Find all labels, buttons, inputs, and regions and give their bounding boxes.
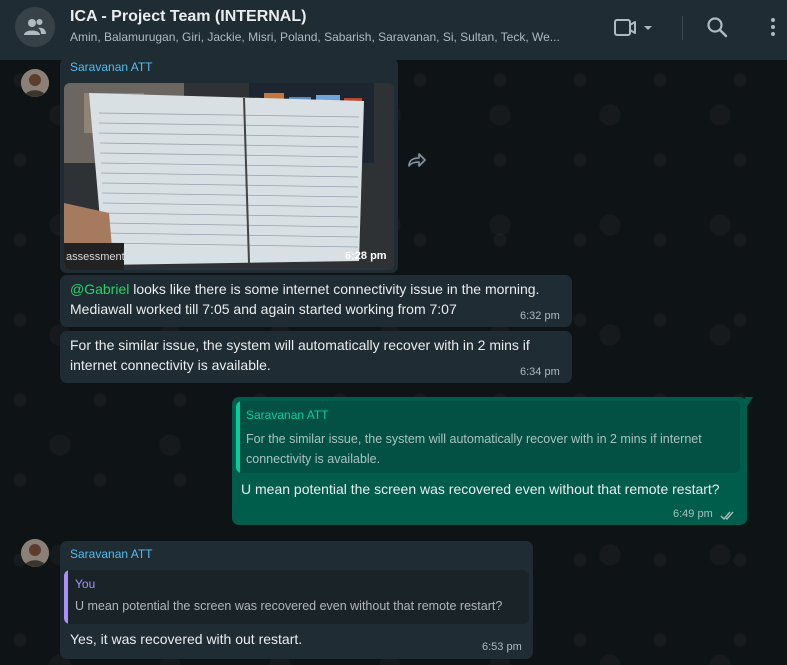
chat-header[interactable]: ICA - Project Team (INTERNAL) Amin, Bala… [0,0,787,60]
message-text: For the similar issue, the system will a… [70,337,530,373]
message-time: 6:32 pm [520,310,560,322]
video-call-button[interactable] [613,17,659,39]
quoted-message[interactable]: You U mean potential the screen was reco… [64,570,529,624]
message-text-part: looks like there is some internet connec… [129,281,540,297]
message-time: 6:34 pm [520,366,560,378]
menu-button[interactable] [768,16,778,40]
menu-icon [771,18,775,36]
quote-bar [64,570,68,624]
quoted-text: For the similar issue, the system will a… [246,432,702,466]
header-divider [682,16,683,40]
mention-link[interactable]: @Gabriel [70,281,129,297]
search-button[interactable] [706,16,728,38]
sender-avatar[interactable] [21,69,49,97]
group-avatar[interactable] [15,7,55,47]
group-icon [24,19,46,35]
text-message-bubble[interactable]: Saravanan ATT You U mean potential the s… [60,541,533,659]
video-call-icon [614,19,636,36]
message-time: 6:53 pm [482,641,522,653]
quoted-message[interactable]: Saravanan ATT For the similar issue, the… [236,401,740,473]
forward-button[interactable] [405,150,427,170]
outgoing-message-bubble[interactable]: Saravanan ATT For the similar issue, the… [232,397,747,525]
message-text: U mean potential the screen was recovere… [241,481,720,497]
sender-avatar[interactable] [21,539,49,567]
delivered-ticks-icon [720,511,734,521]
message-image[interactable]: assessment 6:28 pm [64,83,394,270]
forward-icon [408,153,426,167]
search-icon [707,17,728,38]
quote-bar [236,401,240,473]
bubble-tail [745,397,753,410]
text-message-bubble[interactable]: For the similar issue, the system will a… [60,331,572,383]
chat-title[interactable]: ICA - Project Team (INTERNAL) [70,8,306,26]
text-message-bubble[interactable]: @Gabriel looks like there is some intern… [60,275,572,327]
message-text: @Gabriel looks like there is some intern… [70,279,566,319]
message-sender[interactable]: Saravanan ATT [70,547,153,561]
message-text-line: Mediawall worked till 7:05 and again sta… [70,301,457,317]
dropdown-caret-icon [644,26,652,30]
message-text: Yes, it was recovered with out restart. [70,631,303,647]
chat-members[interactable]: Amin, Balamurugan, Giri, Jackie, Misri, … [70,30,585,44]
message-sender[interactable]: Saravanan ATT [70,60,153,74]
message-time: 6:28 pm [345,250,387,262]
quoted-sender: You [75,577,96,591]
message-time: 6:49 pm [673,508,713,520]
image-caption-text: assessment [66,251,125,263]
quoted-text: U mean potential the screen was recovere… [75,599,503,613]
quoted-sender: Saravanan ATT [246,408,329,422]
